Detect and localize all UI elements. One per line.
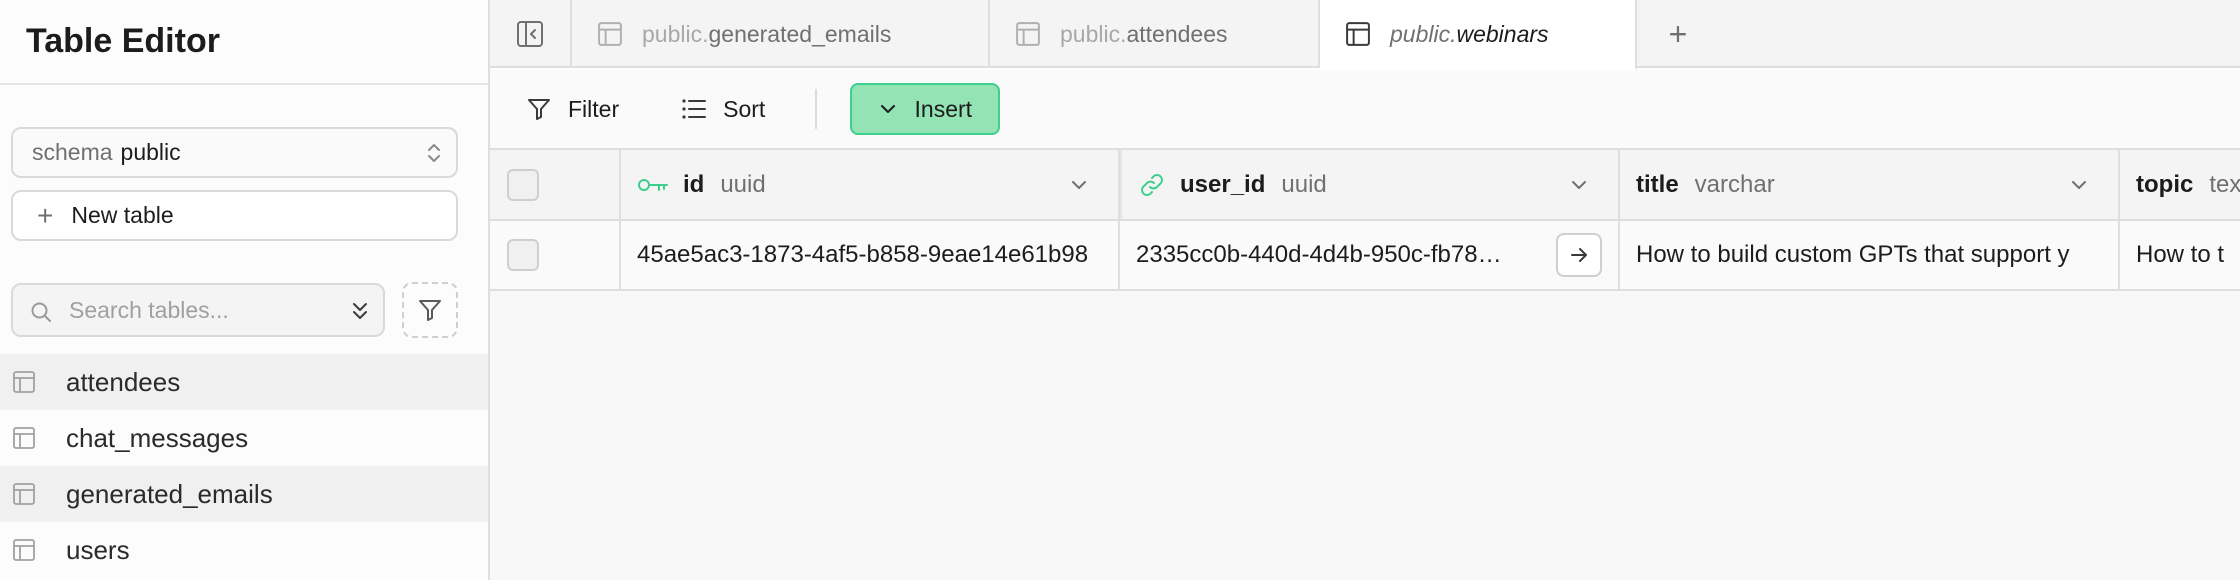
- tab-label: generated_emails: [708, 20, 892, 47]
- chevron-down-icon[interactable]: [1070, 176, 1088, 194]
- tab-schema: public.: [642, 20, 709, 47]
- schema-select-value: public: [120, 139, 181, 165]
- column-name: title: [1636, 170, 1679, 198]
- table-list: attendees chat_messages generated_emails…: [0, 354, 488, 578]
- search-icon: [31, 302, 51, 322]
- table-icon: [13, 539, 35, 561]
- chevron-down-icon[interactable]: [2070, 176, 2088, 194]
- schema-select[interactable]: schema public: [11, 127, 458, 178]
- table-icon: [13, 483, 35, 505]
- filter-icon: [528, 99, 550, 120]
- table-list-item-attendees[interactable]: attendees: [0, 354, 488, 410]
- tab-schema: public.: [1390, 20, 1457, 47]
- column-name: id: [683, 170, 705, 198]
- select-all-checkbox[interactable]: [507, 168, 539, 201]
- toggle-sidebar-button[interactable]: [490, 0, 572, 68]
- search-placeholder: Search tables...: [69, 296, 229, 323]
- tab-bar: public. generated_emails public. attendees…: [490, 0, 2240, 70]
- cell-id[interactable]: 45ae5ac3-1873-4af5-b858-9eae14e61b98: [621, 221, 1120, 289]
- plus-icon: +: [1668, 15, 1688, 52]
- search-tables-input[interactable]: Search tables...: [11, 283, 385, 337]
- cell-user-id[interactable]: 2335cc0b-440d-4d4b-950c-fb78…: [1120, 221, 1620, 289]
- grid-toolbar: Filter Sort Insert: [490, 70, 2240, 150]
- table-icon: [1346, 22, 1370, 46]
- column-type: uuid: [1281, 170, 1327, 198]
- key-icon: [638, 178, 668, 191]
- toolbar-divider: [815, 89, 818, 129]
- table-list-item-users[interactable]: users: [0, 522, 488, 578]
- filter-icon: [419, 300, 441, 321]
- table-list-item-chat-messages[interactable]: chat_messages: [0, 410, 488, 466]
- row-checkbox[interactable]: [507, 239, 539, 271]
- tab-webinars[interactable]: public. webinars: [1320, 0, 1637, 70]
- table-list-item-label: attendees: [66, 366, 181, 397]
- link-icon: [1141, 173, 1163, 196]
- page-title: Table Editor: [26, 22, 220, 60]
- table-icon: [13, 371, 35, 393]
- sidebar-header: Table Editor: [0, 0, 488, 85]
- grid-header-row: id uuid user_id uuid title varchar topic…: [490, 150, 2240, 221]
- table-row[interactable]: 45ae5ac3-1873-4af5-b858-9eae14e61b98 233…: [490, 221, 2240, 291]
- column-header-user-id[interactable]: user_id uuid: [1120, 150, 1620, 219]
- tab-generated-emails[interactable]: public. generated_emails: [572, 0, 990, 68]
- column-type: varchar: [1694, 170, 1775, 198]
- cell-value: How to build custom GPTs that support y: [1636, 241, 2070, 268]
- row-select-cell: [490, 221, 621, 289]
- sidebar-collapse-icon: [517, 21, 543, 47]
- list-sort-icon: [682, 99, 707, 119]
- column-type: uuid: [720, 170, 766, 198]
- schema-select-label: schema: [32, 139, 113, 165]
- table-icon: [598, 22, 622, 46]
- cell-value: 45ae5ac3-1873-4af5-b858-9eae14e61b98: [637, 241, 1089, 268]
- cell-value: 2335cc0b-440d-4d4b-950c-fb78…: [1136, 241, 1502, 268]
- tab-attendees[interactable]: public. attendees: [990, 0, 1320, 68]
- table-icon: [13, 427, 35, 449]
- column-name: topic: [2136, 170, 2194, 198]
- select-all-cell: [490, 150, 621, 219]
- view-reference-button[interactable]: [1556, 233, 1602, 277]
- arrow-right-icon: [1571, 248, 1587, 262]
- sort-button[interactable]: Sort: [681, 96, 765, 123]
- column-header-topic[interactable]: topic tex: [2120, 150, 2240, 219]
- cell-value: How to t: [2136, 241, 2225, 268]
- new-table-label: New table: [71, 202, 174, 228]
- sort-label: Sort: [723, 95, 766, 122]
- column-header-title[interactable]: title varchar: [1620, 150, 2120, 219]
- column-header-id[interactable]: id uuid: [621, 150, 1120, 219]
- chevron-down-icon[interactable]: [1570, 176, 1588, 194]
- chevron-down-icon: [880, 105, 895, 113]
- chevron-up-down-icon: [428, 144, 440, 162]
- tab-schema: public.: [1060, 20, 1127, 47]
- cell-title[interactable]: How to build custom GPTs that support y: [1620, 221, 2120, 289]
- plus-icon: +: [37, 199, 54, 231]
- tab-label: attendees: [1126, 20, 1228, 47]
- insert-button[interactable]: Insert: [850, 83, 1001, 135]
- cell-topic[interactable]: How to t: [2120, 221, 2240, 289]
- table-list-item-label: generated_emails: [66, 478, 273, 509]
- insert-label: Insert: [914, 95, 973, 122]
- chevrons-down-icon[interactable]: [349, 298, 371, 324]
- filter-tables-button[interactable]: [402, 282, 458, 338]
- tab-label: webinars: [1456, 20, 1549, 47]
- table-icon: [1016, 22, 1040, 46]
- column-type: tex: [2209, 170, 2240, 198]
- table-list-item-label: chat_messages: [66, 422, 249, 453]
- table-list-item-generated-emails[interactable]: generated_emails: [0, 466, 488, 522]
- column-name: user_id: [1180, 170, 1266, 198]
- data-grid: id uuid user_id uuid title varchar topic…: [490, 150, 2240, 580]
- sidebar: Table Editor schema public + New table S…: [0, 0, 490, 580]
- new-table-button[interactable]: + New table: [11, 190, 458, 241]
- filter-label: Filter: [568, 95, 620, 122]
- table-list-item-label: users: [66, 534, 130, 565]
- filter-button[interactable]: Filter: [526, 96, 619, 123]
- add-tab-button[interactable]: +: [1637, 0, 1719, 68]
